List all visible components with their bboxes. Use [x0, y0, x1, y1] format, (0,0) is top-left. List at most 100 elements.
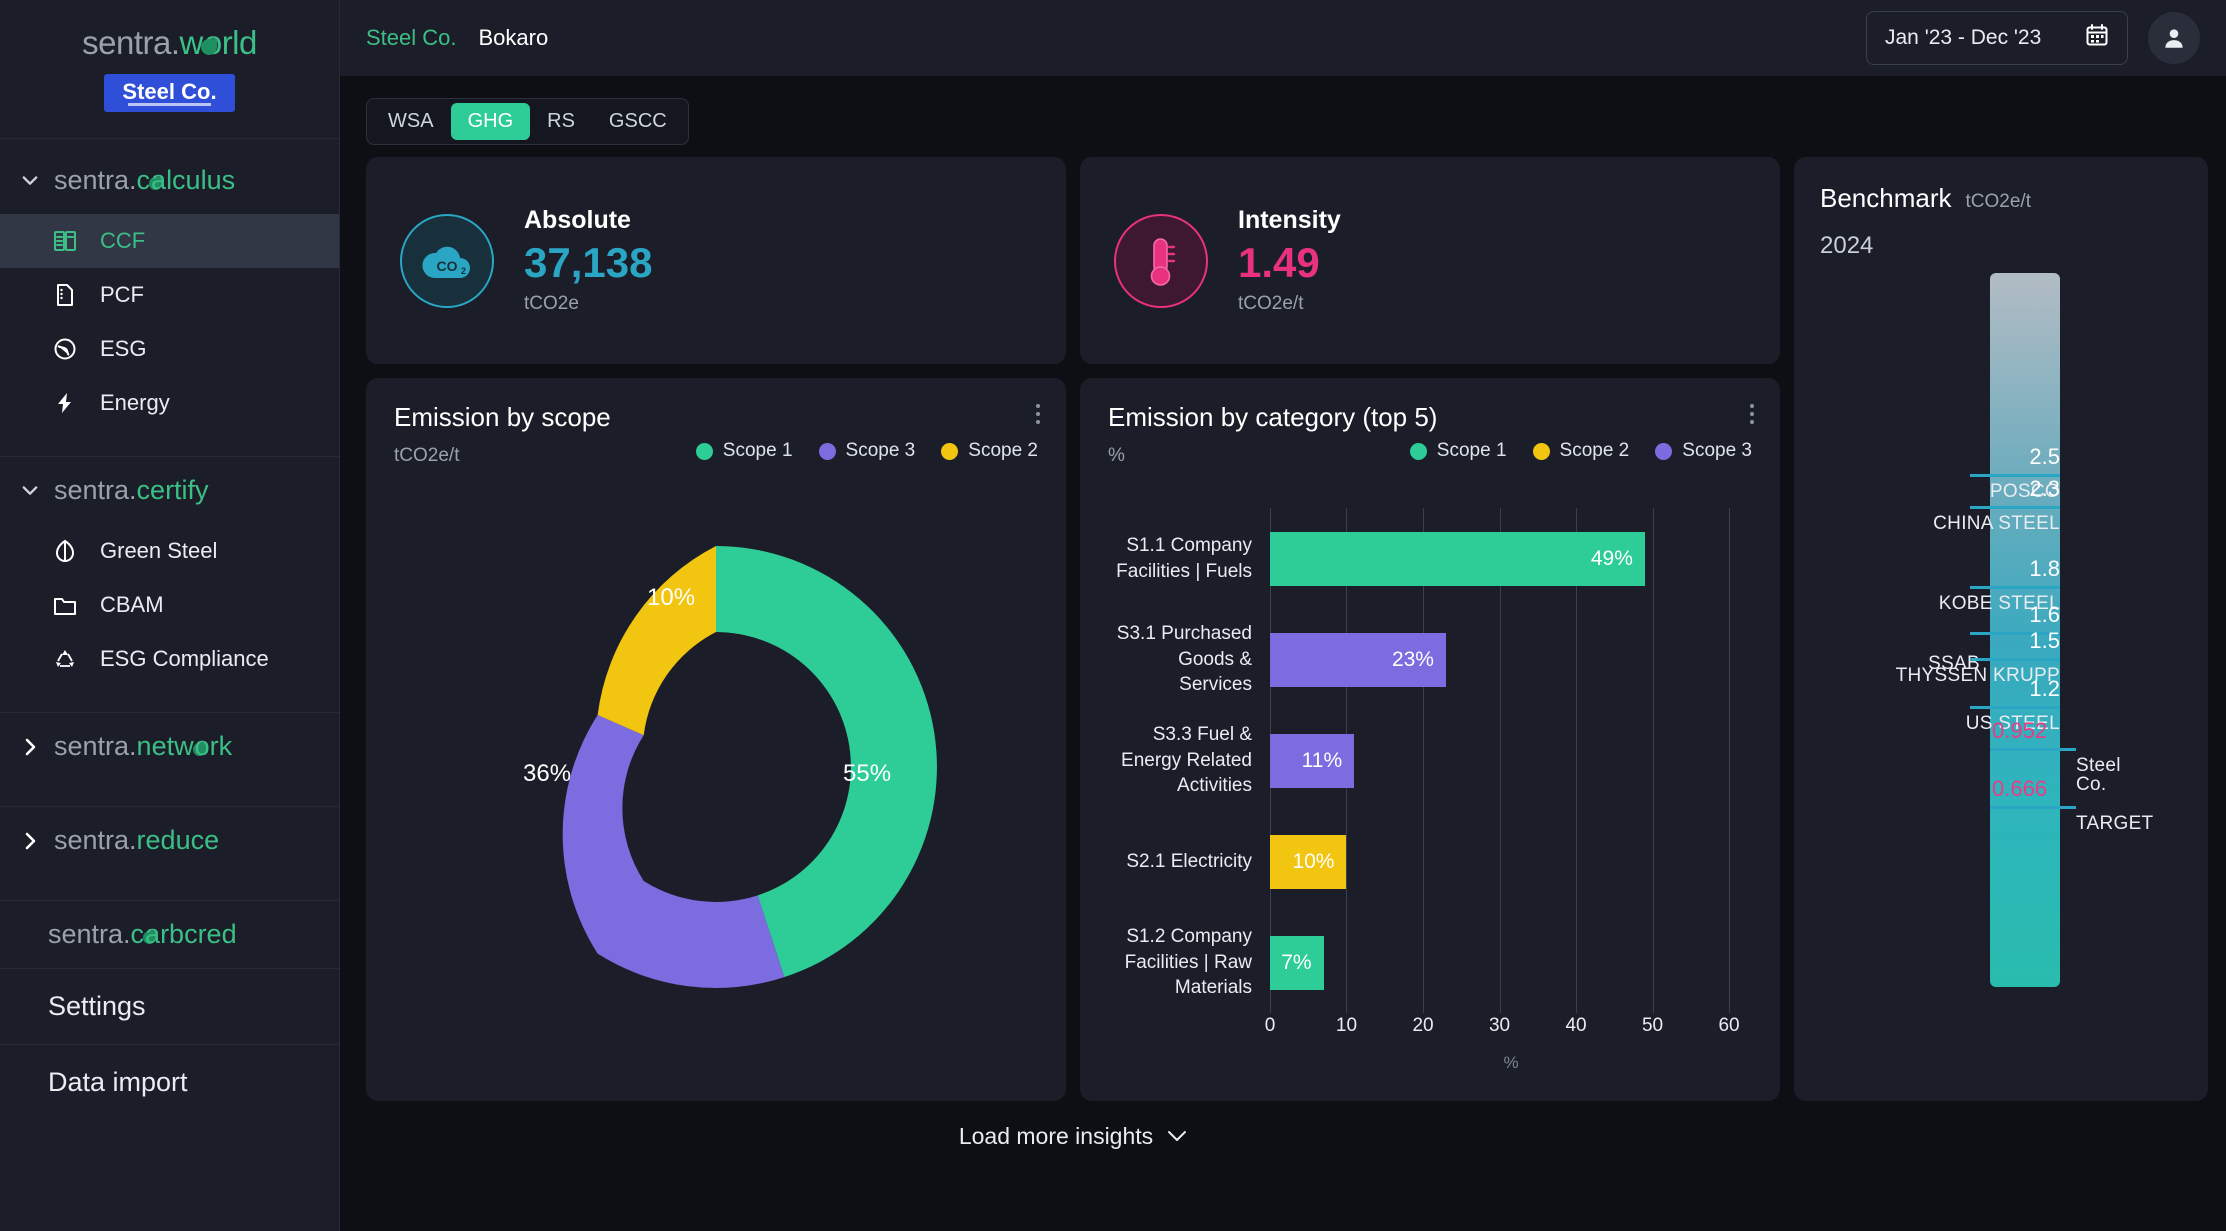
- sidebar-item-label: Energy: [100, 390, 170, 415]
- legend-item[interactable]: Scope 2: [941, 440, 1038, 462]
- legend-item[interactable]: Scope 2: [1532, 440, 1629, 462]
- group-prefix: sentra.: [48, 919, 131, 949]
- chart-title: Emission by category (top 5): [1108, 402, 1438, 432]
- app-root: sentra.world Steel Co. sentra.calculus C…: [0, 0, 2226, 1231]
- sidebar-item-cbam[interactable]: CBAM: [0, 578, 339, 632]
- kpi-text-absolute: Absolute 37,138 tCO2e: [524, 206, 652, 315]
- legend-label: Scope 1: [1436, 440, 1507, 461]
- sidebar-item-green-steel[interactable]: Green Steel: [0, 524, 339, 578]
- chart-legend: Scope 1 Scope 3 Scope 2: [695, 440, 1038, 462]
- dashboard-grid: CO 2 Absolute 37,138 tCO2e Intensity 1.4…: [340, 157, 2226, 1150]
- group-accent: certify: [136, 475, 209, 505]
- legend-item[interactable]: Scope 3: [818, 440, 915, 462]
- sidebar-item-label: ESG Compliance: [100, 646, 269, 671]
- bolt-icon: [52, 390, 78, 416]
- chart-title: Emission by scope: [394, 402, 611, 432]
- chevron-right-icon: [22, 832, 38, 850]
- group-prefix: sentra.: [54, 475, 137, 505]
- tab-ghg[interactable]: GHG: [450, 103, 531, 140]
- bar-category-label: S3.1 Purchased Goods & Services: [1116, 623, 1252, 696]
- group-accent: network: [136, 731, 233, 761]
- building-grid-icon: [52, 228, 78, 254]
- kpi-value: 37,138: [524, 239, 653, 286]
- svg-text:CO: CO: [437, 258, 458, 274]
- breadcrumb-company[interactable]: Steel Co.: [366, 25, 457, 51]
- app-logo[interactable]: sentra.world: [0, 24, 339, 62]
- donut-label-scope2: 10%: [647, 584, 696, 611]
- chevron-right-icon: [22, 738, 38, 756]
- load-more-insights-button[interactable]: Load more insights: [959, 1123, 1187, 1150]
- top-bar: Steel Co. Bokaro Jan '23 - Dec '23: [340, 0, 2226, 76]
- user-avatar-icon[interactable]: [2148, 12, 2200, 64]
- bar-category-label: S1.1 Company Facilities | Fuels: [1116, 534, 1252, 582]
- sidebar-group-reduce[interactable]: sentra.reduce: [0, 807, 339, 874]
- sidebar-item-energy[interactable]: Energy: [0, 376, 339, 430]
- sidebar-item-settings[interactable]: Settings: [0, 968, 339, 1044]
- donut-label-scope1: 55%: [843, 760, 892, 787]
- benchmark-title: Benchmark: [1820, 183, 1952, 213]
- kpi-card-absolute: CO 2 Absolute 37,138 tCO2e: [366, 157, 1066, 364]
- sidebar-group-calculus[interactable]: sentra.calculus: [0, 147, 339, 214]
- benchmark-value: 0.952: [1992, 718, 2048, 743]
- tab-wsa[interactable]: WSA: [371, 103, 451, 140]
- bar[interactable]: 11%: [1270, 733, 1355, 788]
- sidebar-group-certify[interactable]: sentra.certify: [0, 457, 339, 524]
- bar[interactable]: 23%: [1270, 632, 1446, 687]
- chevron-down-icon: [22, 175, 38, 187]
- kpi-text-intensity: Intensity 1.49 tCO2e/t: [1238, 206, 1341, 315]
- bar-row: S1.2 Company Facilities | Raw Materials …: [1125, 926, 1752, 998]
- tab-rs[interactable]: RS: [530, 103, 592, 140]
- sidebar-item-label: PCF: [100, 282, 144, 307]
- x-tick-label: 40: [1565, 1015, 1587, 1036]
- sidebar-item-esg-compliance[interactable]: ESG Compliance: [0, 632, 339, 686]
- sidebar-item-carbcred[interactable]: sentra.carbcred: [0, 901, 339, 968]
- bar[interactable]: 10%: [1270, 834, 1347, 889]
- bar-value-label: 11%: [1301, 748, 1343, 772]
- chart-emission-by-category: Emission by category (top 5) % Scope 1 S…: [1080, 378, 1780, 1101]
- tenant-badge: Steel Co.: [104, 74, 235, 112]
- main-area: Steel Co. Bokaro Jan '23 - Dec '23 WSA G: [340, 0, 2226, 1231]
- group-prefix: sentra.: [54, 165, 137, 195]
- legend-label: Scope 2: [968, 440, 1038, 461]
- benchmark-label: Steel Co.: [2076, 755, 2121, 795]
- chart-legend: Scope 1 Scope 2 Scope 3: [1409, 440, 1752, 462]
- tab-gscc[interactable]: GSCC: [592, 103, 684, 140]
- benchmark-year: 2024: [1820, 232, 1874, 259]
- svg-text:2: 2: [461, 266, 466, 276]
- sidebar-item-pcf[interactable]: PCF: [0, 268, 339, 322]
- sidebar-group-network[interactable]: sentra.network: [0, 713, 339, 780]
- kebab-menu-icon[interactable]: [1750, 404, 1754, 424]
- kpi-title: Intensity: [1238, 206, 1341, 234]
- kpi-title: Absolute: [524, 206, 631, 234]
- legend-item[interactable]: Scope 1: [1409, 440, 1507, 462]
- donut-label-scope3: 36%: [523, 760, 572, 787]
- sidebar-item-ccf[interactable]: CCF: [0, 214, 339, 268]
- kebab-menu-icon[interactable]: [1036, 404, 1040, 424]
- kpi-unit: tCO2e: [524, 293, 579, 314]
- group-prefix: sentra.: [54, 825, 137, 855]
- x-axis-title: %: [1503, 1053, 1519, 1072]
- legend-item[interactable]: Scope 1: [695, 440, 793, 462]
- x-tick-label: 0: [1264, 1015, 1276, 1036]
- sidebar-item-esg[interactable]: ESG: [0, 322, 339, 376]
- benchmark-unit: tCO2e/t: [1965, 191, 2031, 212]
- donut-slice-scope3[interactable]: [562, 714, 785, 988]
- sidebar-item-data-import[interactable]: Data import: [0, 1044, 339, 1120]
- bar-row: S1.1 Company Facilities | Fuels 49%: [1116, 531, 1752, 586]
- breadcrumb-site[interactable]: Bokaro: [479, 25, 549, 51]
- brand-area: sentra.world Steel Co.: [0, 0, 339, 147]
- legend-label: Scope 3: [1682, 440, 1752, 461]
- chevron-down-icon: [1167, 1130, 1187, 1143]
- content: WSA GHG RS GSCC CO 2 Absolute 37,138 tCO…: [340, 76, 2226, 1231]
- benchmark-value: 2.3: [2029, 476, 2060, 501]
- kpi-unit: tCO2e/t: [1238, 293, 1304, 314]
- legend-item[interactable]: Scope 3: [1655, 440, 1752, 462]
- benchmark-value: 1.6: [2029, 602, 2060, 627]
- benchmark-value: 2.5: [2029, 444, 2060, 469]
- bar[interactable]: 7%: [1270, 935, 1324, 990]
- kpi-row: CO 2 Absolute 37,138 tCO2e Intensity 1.4…: [366, 157, 1780, 364]
- sidebar-item-label: Green Steel: [100, 538, 218, 563]
- date-range-picker[interactable]: Jan '23 - Dec '23: [1866, 11, 2128, 65]
- bar[interactable]: 49%: [1270, 531, 1645, 586]
- donut-slice-scope2[interactable]: [597, 546, 716, 736]
